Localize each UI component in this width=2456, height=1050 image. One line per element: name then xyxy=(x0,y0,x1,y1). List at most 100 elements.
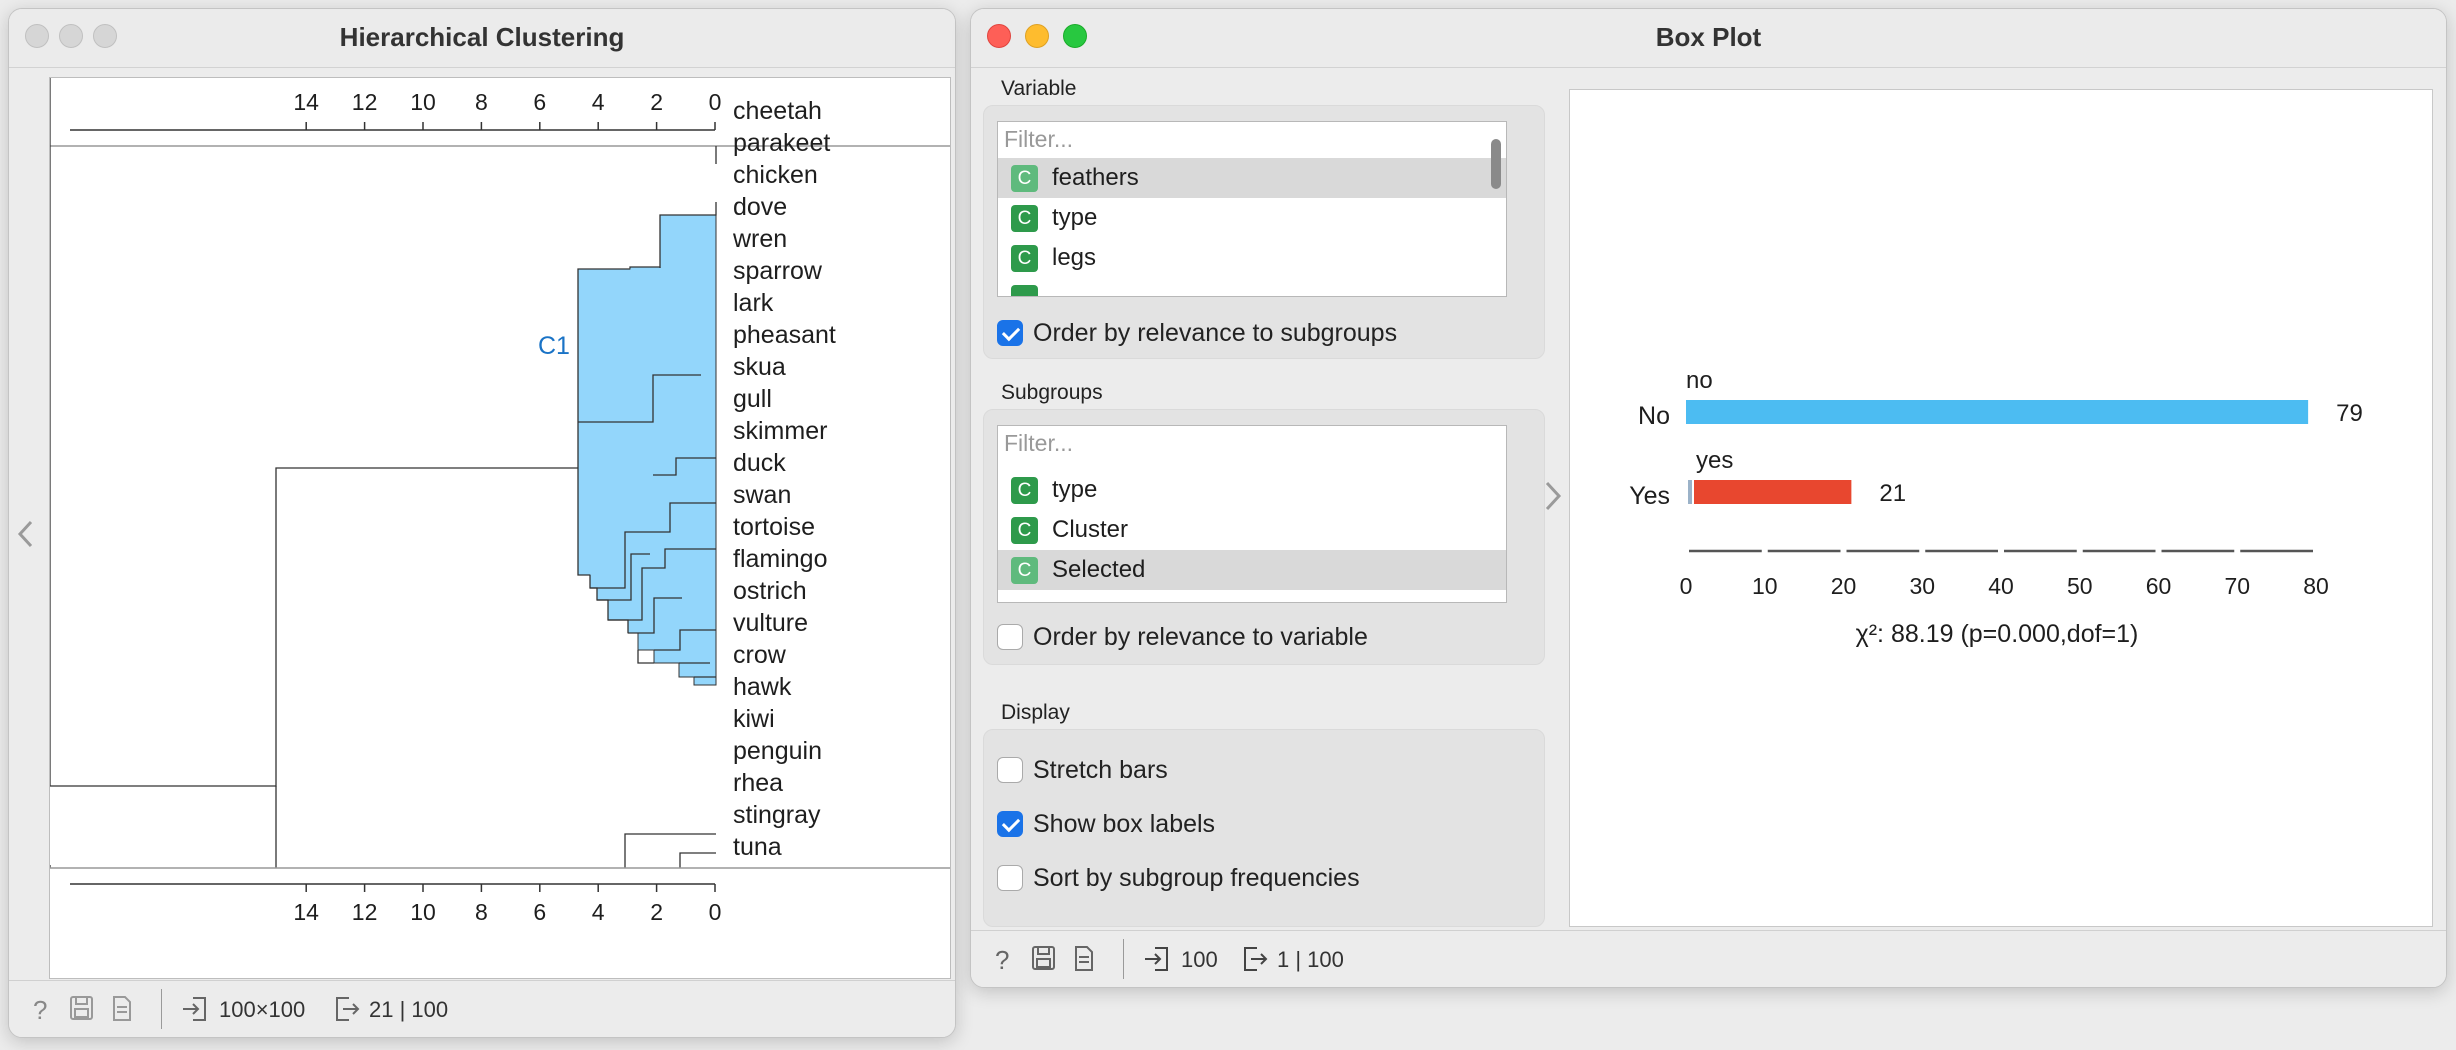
chi-square-annotation: χ²: 88.19 (p=0.000,dof=1) xyxy=(1856,620,2139,648)
leaf-label: sparrow xyxy=(733,257,823,285)
axis-tick-label: 14 xyxy=(293,89,319,115)
selected-cluster-highlight[interactable] xyxy=(577,214,717,686)
input-summary: 100×100 xyxy=(219,997,306,1022)
list-item-label: Cluster xyxy=(1052,516,1129,543)
leaf-label: chicken xyxy=(733,161,818,189)
axis-tick-label: 4 xyxy=(592,899,605,925)
list-item[interactable]: C type xyxy=(998,470,1506,510)
input-summary: 100 xyxy=(1181,947,1218,972)
categorical-icon: C xyxy=(1011,476,1038,504)
cluster-label-c1: C1 xyxy=(538,332,570,360)
order-by-relevance-to-subgroups-checkbox[interactable] xyxy=(997,320,1023,346)
sort-by-subgroup-frequencies-checkbox[interactable] xyxy=(997,865,1023,891)
axis-tick-label: 50 xyxy=(2067,573,2093,599)
variable-filter-input[interactable]: Filter... xyxy=(997,121,1507,157)
input-data-icon xyxy=(183,997,206,1021)
show-box-labels-checkbox[interactable] xyxy=(997,811,1023,837)
help-icon[interactable]: ? xyxy=(31,995,55,1038)
box-label: no xyxy=(1686,367,1713,394)
axis-tick-label: 2 xyxy=(650,899,663,925)
axis-tick-label: 2 xyxy=(650,89,663,115)
list-item[interactable]: C Cluster xyxy=(998,510,1506,550)
window-title: Box Plot xyxy=(1655,22,1762,52)
help-icon[interactable]: ? xyxy=(993,945,1017,988)
svg-text:?: ? xyxy=(33,995,47,1025)
axis-tick-label: 12 xyxy=(352,89,378,115)
order-by-relevance-to-variable-checkbox[interactable] xyxy=(997,624,1023,650)
categorical-icon: C xyxy=(1011,204,1038,232)
subgroups-list[interactable]: C type C Cluster C Selected xyxy=(997,460,1507,603)
categorical-icon: C xyxy=(1011,516,1038,544)
axis-tick-label: 0 xyxy=(709,899,722,925)
axis-tick-label: 10 xyxy=(410,899,436,925)
leaf-label: stingray xyxy=(733,801,821,829)
list-item[interactable]: C type xyxy=(998,198,1506,238)
stretch-bars-checkbox[interactable] xyxy=(997,757,1023,783)
collapse-controls-chevron-icon[interactable] xyxy=(1541,479,1565,513)
box-plot-chart[interactable]: No no 79 Yes yes 21 0 10 20 30 40 50 60 70 80 χ²: 88.… xyxy=(1569,89,2433,927)
variable-list-scrollbar[interactable] xyxy=(1491,139,1501,189)
status-bar: ? 100 1 | 100 xyxy=(971,930,2446,987)
list-item-label: legs xyxy=(1052,244,1097,271)
save-icon[interactable] xyxy=(69,995,95,1038)
list-item-partial xyxy=(998,278,1506,296)
category-label: Yes xyxy=(1629,482,1670,510)
bar-value-label: 79 xyxy=(2336,400,2363,427)
list-item[interactable]: C Selected xyxy=(998,550,1506,590)
dendrogram-view[interactable]: 14 12 10 8 6 4 2 0 C1 cheetah parakeet chicken dov… xyxy=(49,77,951,979)
axis-tick-label: 10 xyxy=(1752,573,1778,599)
dendrogram-branch xyxy=(637,650,654,664)
box-plot-window: Box Plot Variable Filter... C feathers C… xyxy=(970,8,2447,988)
stretch-bars-label: Stretch bars xyxy=(1033,756,1168,784)
leaf-label: pheasant xyxy=(733,321,836,349)
axis-tick-label: 0 xyxy=(709,89,722,115)
leaf-label: hawk xyxy=(733,673,792,701)
leaf-label: cheetah xyxy=(733,97,822,125)
axis-tick-label: 30 xyxy=(1909,573,1935,599)
axis-tick-label: 4 xyxy=(592,89,605,115)
report-icon[interactable] xyxy=(1073,945,1095,988)
leaf-label: gull xyxy=(733,385,772,413)
title-bar: Hierarchical Clustering xyxy=(9,9,955,68)
leaf-label: kiwi xyxy=(733,705,775,733)
axis-tick-label: 12 xyxy=(352,899,378,925)
dendrogram-branch xyxy=(50,467,578,787)
subgroups-filter-input[interactable]: Filter... xyxy=(997,425,1507,461)
collapse-panel-chevron-icon[interactable] xyxy=(15,519,37,549)
axis-tick-label: 6 xyxy=(533,899,546,925)
list-item-label: type xyxy=(1052,204,1098,231)
output-data-icon xyxy=(336,997,360,1021)
bar-marker xyxy=(1688,480,1692,504)
categorical-icon: C xyxy=(1011,164,1038,192)
variable-list[interactable]: C feathers C type C legs xyxy=(997,156,1507,297)
categorical-icon: C xyxy=(1011,244,1038,272)
status-bar: ? 100×100 21 | 100 xyxy=(9,980,955,1037)
leaf-label: wren xyxy=(732,225,787,253)
leaf-label: flamingo xyxy=(733,545,828,573)
variable-section-label: Variable xyxy=(1001,77,1077,100)
bar[interactable] xyxy=(1686,400,2309,424)
list-item-label: Selected xyxy=(1052,556,1146,583)
subgroups-section-label: Subgroups xyxy=(1001,381,1103,404)
dendrogram-branch xyxy=(679,852,716,868)
list-item[interactable]: C feathers xyxy=(998,158,1506,198)
output-data-icon xyxy=(1244,947,1268,971)
leaf-label: duck xyxy=(733,449,786,477)
categorical-icon: C xyxy=(1011,556,1038,584)
display-section-label: Display xyxy=(1001,701,1070,724)
list-item[interactable]: C legs xyxy=(998,238,1506,278)
leaf-label: skimmer xyxy=(733,417,827,445)
leaf-label: tuna xyxy=(733,833,782,861)
save-icon[interactable] xyxy=(1031,945,1057,988)
bar[interactable] xyxy=(1694,480,1852,504)
dendrogram-branch xyxy=(624,833,716,868)
report-icon[interactable] xyxy=(111,995,133,1038)
axis-tick-label: 70 xyxy=(2224,573,2250,599)
window-title: Hierarchical Clustering xyxy=(339,22,625,52)
leaf-label: vulture xyxy=(733,609,808,637)
axis-tick-label: 0 xyxy=(1680,573,1693,599)
leaf-label: tortoise xyxy=(733,513,815,541)
categorical-icon xyxy=(1011,284,1038,296)
bar-value-label: 21 xyxy=(1879,480,1906,507)
input-data-icon xyxy=(1145,947,1168,971)
